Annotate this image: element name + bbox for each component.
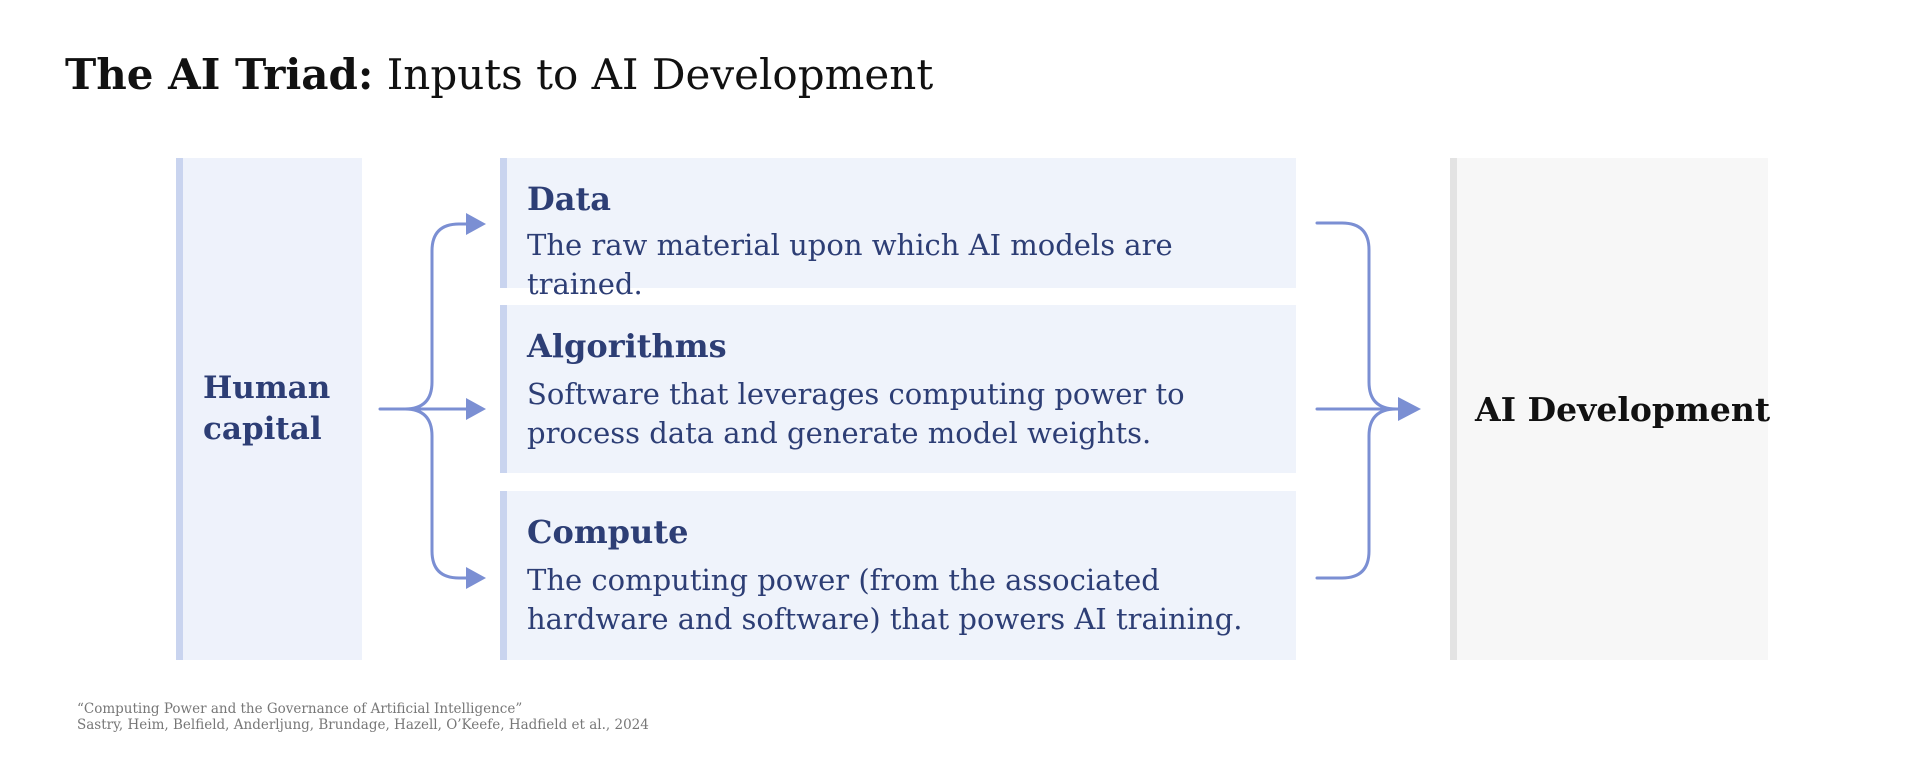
citation: “Computing Power and the Governance of A… [77, 701, 649, 733]
split-connector-lower [403, 407, 470, 580]
merge-connector-lower [1315, 407, 1398, 580]
arrowhead-algorithms [466, 398, 486, 420]
arrowhead-data [466, 213, 486, 235]
citation-authors: Sastry, Heim, Belfield, Anderljung, Brun… [77, 717, 649, 733]
connector-arrows [378, 213, 1421, 589]
citation-title: “Computing Power and the Governance of A… [77, 701, 523, 717]
arrowhead-ai-development [1398, 397, 1421, 421]
arrowhead-compute [466, 567, 486, 589]
merge-connector-upper [1315, 221, 1398, 411]
split-connector-stem [378, 222, 470, 411]
